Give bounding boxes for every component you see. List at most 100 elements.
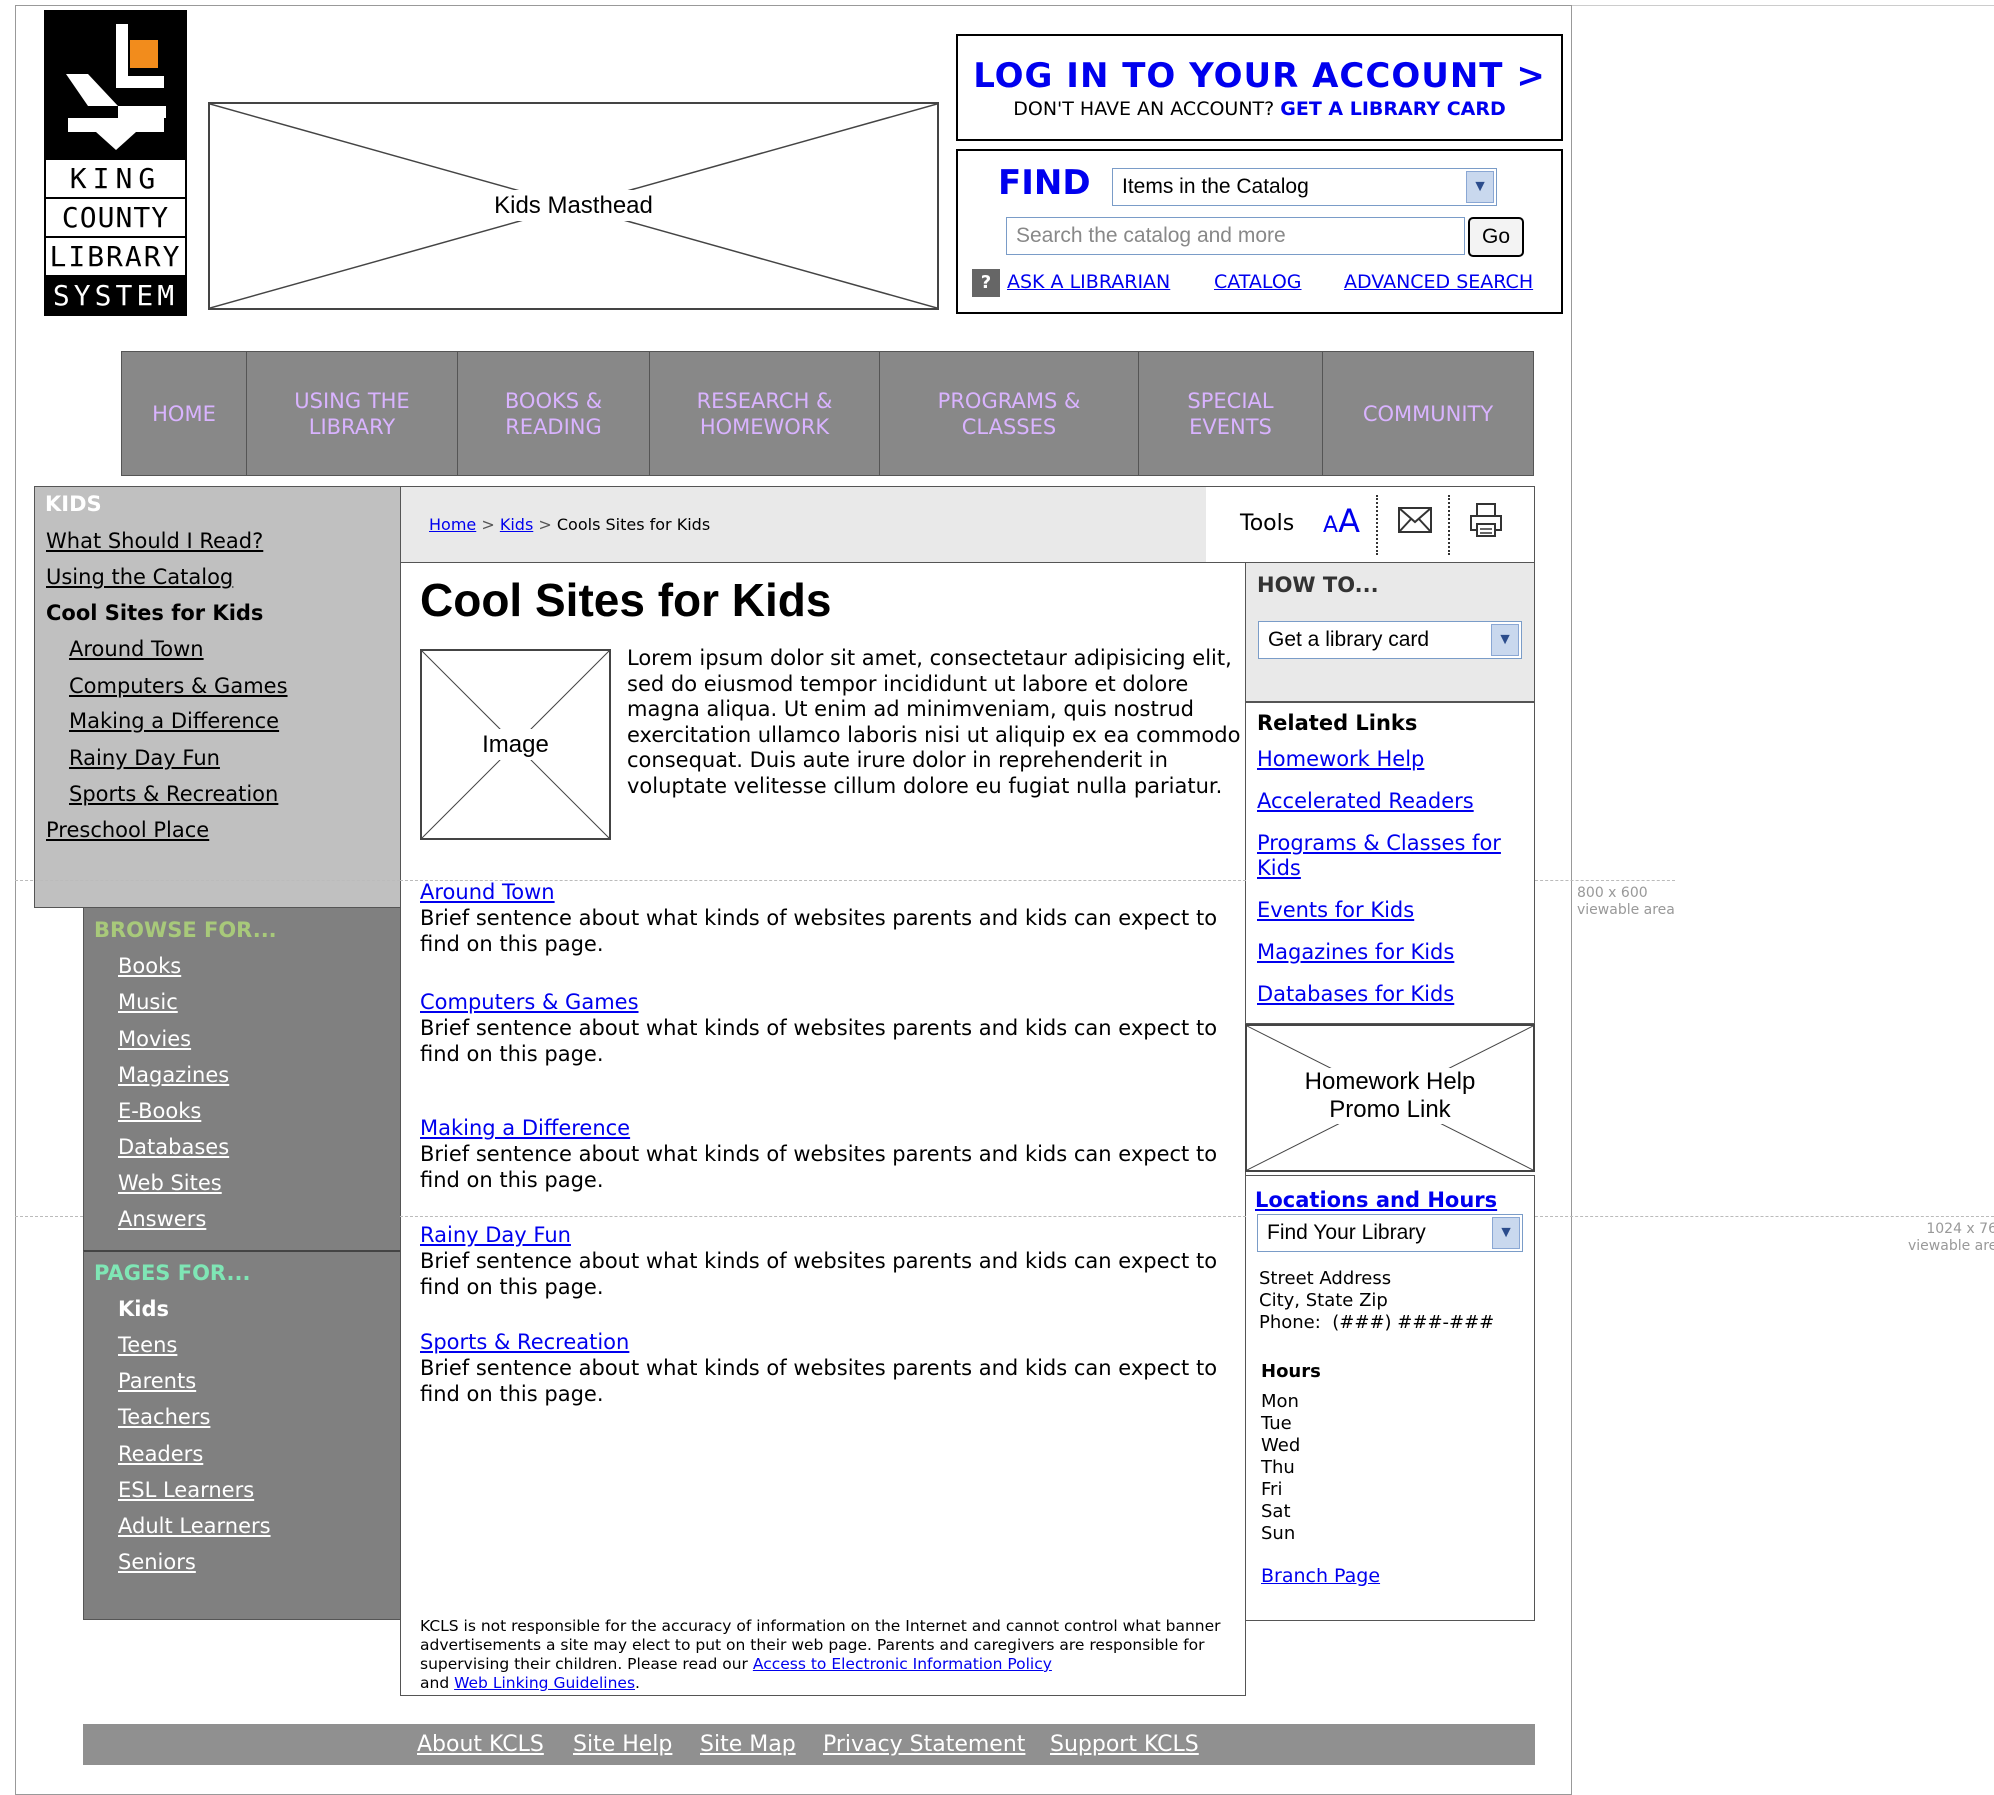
nav-books-reading[interactable]: BOOKS & READING xyxy=(458,352,650,475)
footer-link[interactable]: Site Map xyxy=(700,1732,796,1757)
kids-submenu-item[interactable]: Around Town xyxy=(69,637,204,661)
browse-item[interactable]: Magazines xyxy=(118,1063,229,1087)
section-desc: Brief sentence about what kinds of websi… xyxy=(420,1249,1218,1299)
image-label: Image xyxy=(476,728,555,760)
nav-using-the-library[interactable]: USING THE LIBRARY xyxy=(247,352,458,475)
kids-menu-item[interactable]: Using the Catalog xyxy=(46,565,233,589)
kids-menu: KIDS What Should I Read? Using the Catal… xyxy=(34,486,401,908)
kids-submenu-item[interactable]: Sports & Recreation xyxy=(69,782,278,806)
breadcrumb-separator: > xyxy=(538,515,552,534)
section-link[interactable]: Around Town xyxy=(420,879,1235,905)
web-linking-guidelines-link[interactable]: Web Linking Guidelines xyxy=(454,1674,635,1692)
browse-item[interactable]: Databases xyxy=(118,1135,229,1159)
browse-item[interactable]: E-Books xyxy=(118,1099,201,1123)
hours-day: Tue xyxy=(1261,1413,1292,1434)
access-policy-link[interactable]: Access to Electronic Information Policy xyxy=(753,1655,1052,1673)
kids-submenu-item[interactable]: Rainy Day Fun xyxy=(69,746,220,770)
guide-1024-label: 1024 x 768 viewable area xyxy=(1908,1221,1994,1255)
guide-1024 xyxy=(1535,1216,1994,1217)
pages-for-item[interactable]: Adult Learners xyxy=(118,1514,271,1538)
hours-day: Sun xyxy=(1261,1523,1296,1544)
help-question-icon[interactable]: ? xyxy=(972,269,1000,297)
section-desc: Brief sentence about what kinds of websi… xyxy=(420,1142,1218,1192)
section-link[interactable]: Computers & Games xyxy=(420,989,1235,1015)
browse-item[interactable]: Books xyxy=(118,954,181,978)
login-link[interactable]: LOG IN TO YOUR ACCOUNT > xyxy=(958,56,1561,96)
related-link[interactable]: Homework Help xyxy=(1257,747,1424,772)
ask-librarian-link[interactable]: ASK A LIBRARIAN xyxy=(1007,271,1170,293)
related-link[interactable]: Programs & Classes for Kids xyxy=(1257,831,1527,881)
pages-for-item[interactable]: ESL Learners xyxy=(118,1478,254,1502)
nav-special-events[interactable]: SPECIAL EVENTS xyxy=(1139,352,1323,475)
locations-hours-link[interactable]: Locations and Hours xyxy=(1255,1188,1497,1212)
pages-for-item[interactable]: Parents xyxy=(118,1369,196,1393)
browse-item[interactable]: Answers xyxy=(118,1207,206,1231)
kids-menu-item[interactable]: What Should I Read? xyxy=(46,529,263,553)
footer-link[interactable]: About KCLS xyxy=(417,1732,544,1757)
pages-for-item-current: Kids xyxy=(118,1297,170,1321)
text-size-large-glyph: A xyxy=(1338,502,1360,540)
kids-submenu-item[interactable]: Making a Difference xyxy=(69,709,279,733)
section-link[interactable]: Making a Difference xyxy=(420,1115,1235,1141)
find-scope-select[interactable]: Items in the Catalog ▼ xyxy=(1112,168,1497,206)
related-link[interactable]: Events for Kids xyxy=(1257,898,1414,923)
tools-bar: Tools AA xyxy=(1206,486,1535,563)
guide-label-line: 1024 x 768 xyxy=(1926,1221,1994,1237)
breadcrumb-kids-link[interactable]: Kids xyxy=(500,515,533,534)
page-title: Cool Sites for Kids xyxy=(420,574,832,626)
browse-item[interactable]: Web Sites xyxy=(118,1171,222,1195)
how-to-heading: HOW TO... xyxy=(1257,573,1379,597)
pages-for-item[interactable]: Teachers xyxy=(118,1405,210,1429)
promo-label: Promo Link xyxy=(1329,1096,1451,1123)
tools-divider xyxy=(1448,495,1450,555)
breadcrumb-home-link[interactable]: Home xyxy=(429,515,476,534)
text-size-small-glyph: A xyxy=(1323,513,1339,538)
pages-for-item[interactable]: Seniors xyxy=(118,1550,196,1574)
browse-item[interactable]: Music xyxy=(118,990,178,1014)
tools-divider xyxy=(1376,495,1378,555)
hours-day: Wed xyxy=(1261,1435,1301,1456)
chevron-down-icon: ▼ xyxy=(1491,624,1519,656)
kcls-logo[interactable]: KING COUNTY LIBRARY SYSTEM xyxy=(44,10,187,316)
section-link[interactable]: Sports & Recreation xyxy=(420,1329,1235,1355)
related-link[interactable]: Accelerated Readers xyxy=(1257,789,1474,814)
advanced-search-link[interactable]: ADVANCED SEARCH xyxy=(1344,271,1533,293)
printer-icon[interactable] xyxy=(1469,502,1503,542)
disclaimer: KCLS is not responsible for the accuracy… xyxy=(420,1617,1235,1693)
find-library-value: Find Your Library xyxy=(1267,1221,1426,1244)
section-link[interactable]: Rainy Day Fun xyxy=(420,1222,1235,1248)
pages-for-item[interactable]: Readers xyxy=(118,1442,203,1466)
pages-for-item[interactable]: Teens xyxy=(118,1333,177,1357)
footer-link[interactable]: Privacy Statement xyxy=(823,1732,1025,1757)
envelope-icon[interactable] xyxy=(1398,507,1432,537)
get-library-card-link[interactable]: GET A LIBRARY CARD xyxy=(1280,98,1505,120)
tools-label: Tools xyxy=(1240,511,1295,536)
guide-800-label: 800 x 600 viewable area xyxy=(1577,885,1675,919)
homework-help-promo[interactable]: Homework Help Promo Link xyxy=(1245,1024,1535,1172)
guide-1024 xyxy=(15,1216,83,1217)
browse-item[interactable]: Movies xyxy=(118,1027,191,1051)
promo-label: Homework Help xyxy=(1304,1068,1476,1095)
nav-research-homework[interactable]: RESEARCH & HOMEWORK xyxy=(650,352,880,475)
text-size-button[interactable]: AA xyxy=(1323,502,1360,540)
branch-page-link[interactable]: Branch Page xyxy=(1261,1565,1380,1587)
nav-programs-classes[interactable]: PROGRAMS & CLASSES xyxy=(880,352,1139,475)
how-to-select[interactable]: Get a library card ▼ xyxy=(1258,621,1522,659)
pages-for-heading: PAGES FOR... xyxy=(94,1261,251,1285)
find-library-select[interactable]: Find Your Library ▼ xyxy=(1257,1214,1523,1252)
nav-home[interactable]: HOME xyxy=(122,352,247,475)
related-link[interactable]: Magazines for Kids xyxy=(1257,940,1454,965)
hours-day: Thu xyxy=(1261,1457,1295,1478)
related-link[interactable]: Databases for Kids xyxy=(1257,982,1454,1007)
section-desc: Brief sentence about what kinds of websi… xyxy=(420,906,1218,956)
footer-link[interactable]: Support KCLS xyxy=(1050,1732,1199,1757)
kids-submenu-item[interactable]: Computers & Games xyxy=(69,674,288,698)
footer-link[interactable]: Site Help xyxy=(573,1732,672,1757)
search-input[interactable]: Search the catalog and more xyxy=(1006,217,1465,255)
nav-community[interactable]: COMMUNITY xyxy=(1323,352,1533,475)
disclaimer-text: and xyxy=(420,1674,455,1692)
go-button[interactable]: Go xyxy=(1468,217,1524,257)
kids-menu-item[interactable]: Preschool Place xyxy=(46,818,209,842)
logo-wordmark: KING COUNTY LIBRARY SYSTEM xyxy=(44,158,187,316)
catalog-link[interactable]: CATALOG xyxy=(1214,271,1302,293)
